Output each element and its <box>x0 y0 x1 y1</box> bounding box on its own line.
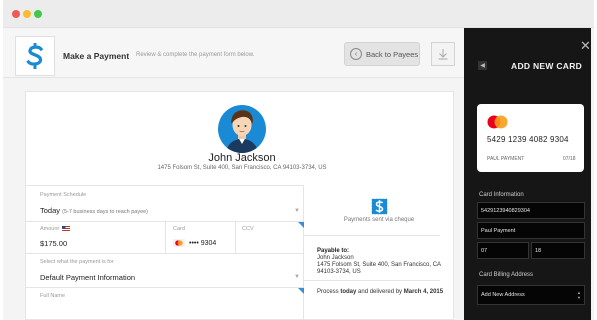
arrow-left-icon: ‹ <box>350 48 362 60</box>
schedule-select[interactable]: Today (5-7 business days to reach payee) <box>40 206 148 215</box>
ccv-label: CCV <box>242 226 254 232</box>
window-titlebar <box>3 0 594 28</box>
card-select[interactable]: •••• 9304 <box>173 239 216 247</box>
cheque-label: Payments sent via cheque <box>343 217 415 223</box>
divider <box>235 221 236 253</box>
download-button[interactable] <box>431 42 455 66</box>
schedule-note: (5-7 business days to reach payee) <box>62 209 149 215</box>
card-value: •••• 9304 <box>189 239 217 247</box>
maximize-window-button[interactable] <box>34 10 42 18</box>
dollar-icon <box>26 43 44 69</box>
card-preview-name: PAUL PAYMENT <box>487 156 525 162</box>
us-flag-icon <box>61 226 70 232</box>
card-preview-number: 5429 1239 4082 9304 <box>487 135 569 144</box>
panel-title: ADD NEW CARD <box>511 61 583 71</box>
page-title: Make a Payment <box>63 51 130 61</box>
close-window-button[interactable] <box>12 10 20 18</box>
cheque-dollar-icon <box>371 198 388 215</box>
card-label: Card <box>173 226 185 232</box>
expiry-month-field[interactable]: 07 <box>477 242 529 259</box>
payable-address-line2: 94103-3734, US <box>317 269 361 275</box>
caret-down-icon: ▼ <box>294 274 300 280</box>
divider <box>25 287 304 288</box>
process-info: Process today and delivered by March 4, … <box>317 289 444 295</box>
close-icon[interactable]: ✕ <box>580 39 591 52</box>
amount-input[interactable]: $175.00 <box>40 239 67 248</box>
card-info-label: Card Information <box>479 192 524 198</box>
app-logo <box>15 36 55 76</box>
avatar <box>218 105 266 153</box>
payee-address: 1475 Folsom St, Suite 400, San Francisco… <box>157 165 327 171</box>
billing-label: Card Billing Address <box>479 272 534 278</box>
select-arrows-icon: ▲ ▼ <box>577 290 581 300</box>
schedule-label: Payment Schedule <box>40 192 87 198</box>
divider <box>304 235 440 236</box>
payable-name: John Jackson <box>317 255 354 261</box>
payee-name: John Jackson <box>208 152 276 164</box>
divider <box>25 253 304 254</box>
caret-down-icon: ▼ <box>294 208 300 214</box>
back-to-payees-button[interactable]: ‹ Back to Payees <box>344 42 420 66</box>
payable-title: Payable to: <box>317 248 350 254</box>
divider <box>304 280 440 281</box>
minimize-window-button[interactable] <box>23 10 31 18</box>
divider <box>165 221 166 253</box>
page-header: Make a Payment Review & complete the pay… <box>3 28 467 78</box>
back-to-payees-label: Back to Payees <box>366 49 419 59</box>
payable-address-line1: 1475 Folsom St, Suite 400, San Francisco… <box>317 262 442 268</box>
card-number-field[interactable]: 5429123940829304 <box>477 202 585 219</box>
billing-address-select[interactable]: Add New Address ▲ ▼ <box>477 285 585 305</box>
page-subtitle: Review & complete the payment form below… <box>136 52 255 58</box>
payable-details: John Jackson 1475 Folsom St, Suite 400, … <box>317 255 441 276</box>
mastercard-icon <box>487 115 508 129</box>
schedule-value: Today <box>40 206 61 215</box>
purpose-label: Select what the payment is for <box>40 259 114 265</box>
card-preview-expiry: 07/18 <box>563 156 576 162</box>
purpose-select[interactable]: Default Payment Information <box>40 273 135 282</box>
billing-address-value: Add New Address <box>481 292 525 298</box>
cardholder-name-field[interactable]: Paul Payment <box>477 222 585 239</box>
amount-label: Amount <box>40 226 70 232</box>
expiry-year-field[interactable]: 18 <box>531 242 585 259</box>
back-icon[interactable]: ◀ <box>478 61 487 70</box>
mastercard-icon <box>173 239 185 247</box>
fullname-label: Full Name <box>40 293 66 299</box>
download-icon <box>438 49 448 60</box>
